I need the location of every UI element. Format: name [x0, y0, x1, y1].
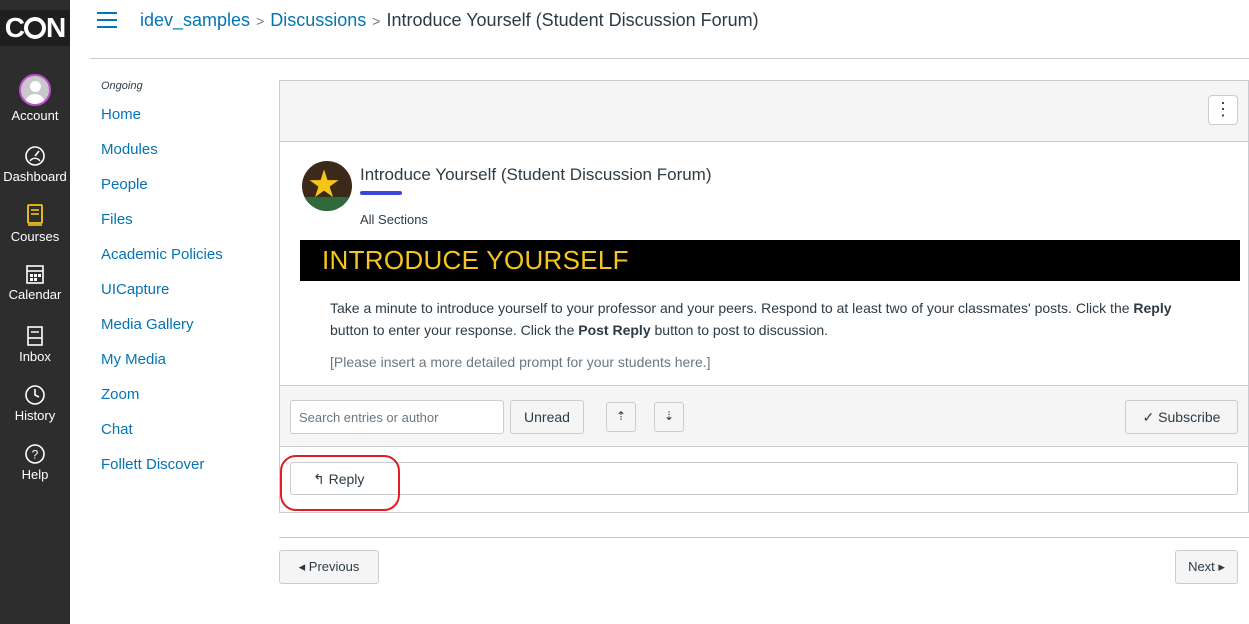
- search-entries-input[interactable]: [290, 400, 504, 434]
- global-nav: CN Account Dashboard Courses Calendar In…: [0, 0, 70, 624]
- discussion-topic: ★ Introduce Yourself (Student Discussion…: [279, 141, 1249, 385]
- expand-replies-button[interactable]: ⇣: [654, 402, 684, 432]
- author-avatar[interactable]: ★: [302, 161, 352, 211]
- discussion-message: Take a minute to introduce yourself to y…: [330, 300, 1172, 338]
- course-nav-people[interactable]: People: [101, 176, 261, 211]
- course-term: Ongoing: [101, 80, 143, 92]
- expand-arrow-icon: ⇣: [663, 409, 675, 423]
- global-nav-help[interactable]: ? Help: [0, 443, 70, 482]
- course-nav-uicapture[interactable]: UICapture: [101, 281, 261, 316]
- breadcrumb-current: Introduce Yourself (Student Discussion F…: [386, 10, 759, 30]
- global-nav-label: Help: [21, 467, 49, 482]
- calendar-icon: [26, 265, 44, 284]
- checkmark-icon: ✓: [1142, 409, 1155, 425]
- discussion-prompt: [Please insert a more detailed prompt fo…: [330, 354, 711, 370]
- inbox-icon: [27, 326, 43, 346]
- institution-logo[interactable]: CN: [0, 10, 70, 46]
- course-nav-chat[interactable]: Chat: [101, 421, 261, 456]
- next-button[interactable]: Next ▸: [1175, 550, 1238, 584]
- courses-book-icon: [27, 204, 43, 226]
- help-icon: ?: [25, 444, 45, 464]
- clock-icon: [25, 385, 45, 405]
- global-nav-calendar[interactable]: Calendar: [0, 263, 70, 302]
- reply-highlight-annotation: [280, 455, 400, 511]
- previous-button[interactable]: ◂ Previous: [279, 550, 379, 584]
- course-nav: Ongoing Home Modules People Files Academ…: [101, 80, 261, 491]
- course-nav-zoom[interactable]: Zoom: [101, 386, 261, 421]
- discussion-banner: INTRODUCE YOURSELF: [300, 240, 1240, 281]
- global-nav-history[interactable]: History: [0, 384, 70, 423]
- course-nav-follett-discover[interactable]: Follett Discover: [101, 456, 261, 491]
- course-nav-modules[interactable]: Modules: [101, 141, 261, 176]
- breadcrumb: idev_samples > Discussions > Introduce Yours…: [140, 10, 759, 31]
- header-divider: [90, 58, 1249, 59]
- unread-filter-button[interactable]: Unread: [510, 400, 584, 434]
- course-nav-media-gallery[interactable]: Media Gallery: [101, 316, 261, 351]
- global-nav-label: Dashboard: [3, 169, 67, 184]
- pager-divider: [279, 537, 1249, 538]
- breadcrumb-course[interactable]: idev_samples: [140, 10, 250, 30]
- course-nav-academic-policies[interactable]: Academic Policies: [101, 246, 261, 281]
- account-avatar-icon: [19, 74, 51, 106]
- star-icon: ★: [307, 164, 342, 206]
- subscribe-button[interactable]: ✓ Subscribe: [1125, 400, 1238, 434]
- subscribe-label: Subscribe: [1158, 409, 1221, 425]
- discussion-title: Introduce Yourself (Student Discussion F…: [360, 165, 712, 184]
- collapse-arrow-icon: ⇡: [615, 409, 627, 423]
- options-menu-button[interactable]: ⋮: [1208, 95, 1238, 125]
- svg-text:?: ?: [32, 448, 39, 462]
- author-name-redacted[interactable]: [360, 191, 402, 195]
- global-nav-label: Calendar: [8, 287, 62, 302]
- reply-button[interactable]: ↰ Reply: [290, 462, 1238, 495]
- global-nav-dashboard[interactable]: Dashboard: [0, 145, 70, 184]
- course-nav-my-media[interactable]: My Media: [101, 351, 261, 386]
- course-nav-home[interactable]: Home: [101, 106, 261, 141]
- global-nav-account[interactable]: Account: [0, 74, 70, 123]
- breadcrumb-separator: >: [256, 13, 265, 29]
- breadcrumb-discussions[interactable]: Discussions: [270, 10, 366, 30]
- discussion-sections: All Sections: [360, 212, 428, 227]
- course-nav-files[interactable]: Files: [101, 211, 261, 246]
- global-nav-courses[interactable]: Courses: [0, 203, 70, 244]
- breadcrumb-separator: >: [372, 13, 381, 29]
- global-nav-label: History: [14, 408, 56, 423]
- discussion-toolbar: Unread ⇡ ⇣ ✓ Subscribe: [279, 385, 1249, 447]
- reply-area: ↰ Reply: [279, 447, 1249, 513]
- global-nav-label: Account: [11, 108, 59, 123]
- collapse-replies-button[interactable]: ⇡: [606, 402, 636, 432]
- global-nav-label: Inbox: [19, 349, 51, 364]
- global-nav-inbox[interactable]: Inbox: [0, 325, 70, 364]
- discussion-topbar: ⋮: [279, 80, 1249, 142]
- course-menu-toggle-icon[interactable]: [97, 12, 117, 28]
- dashboard-gauge-icon: [25, 146, 45, 166]
- global-nav-label: Courses: [10, 229, 60, 244]
